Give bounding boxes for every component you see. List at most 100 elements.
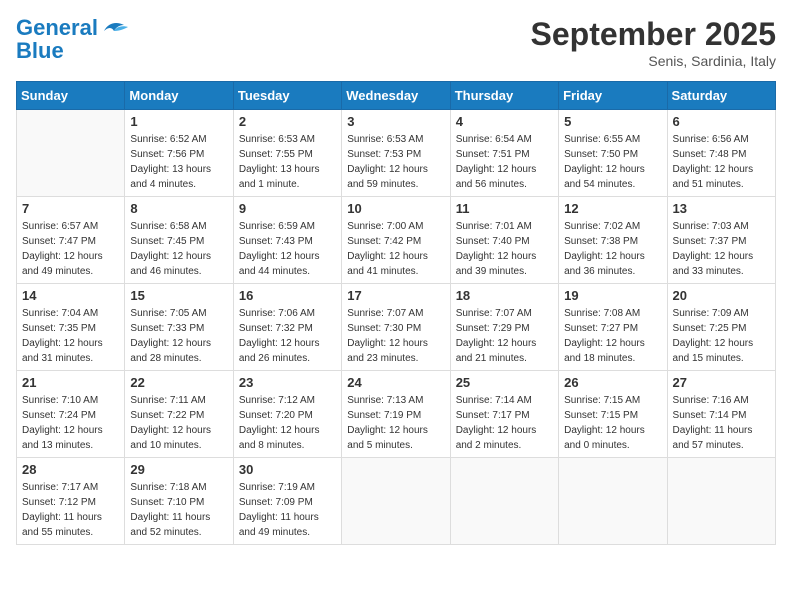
day-number: 2 <box>239 114 336 129</box>
daylight-text: Daylight: 12 hours and 56 minutes. <box>456 162 553 192</box>
daylight-text: Daylight: 12 hours and 8 minutes. <box>239 423 336 453</box>
daylight-text: Daylight: 12 hours and 51 minutes. <box>673 162 770 192</box>
calendar-cell: 7Sunrise: 6:57 AMSunset: 7:47 PMDaylight… <box>17 197 125 284</box>
daylight-text: Daylight: 11 hours and 55 minutes. <box>22 510 119 540</box>
daylight-text: Daylight: 12 hours and 5 minutes. <box>347 423 444 453</box>
sunset-text: Sunset: 7:48 PM <box>673 147 770 162</box>
day-number: 24 <box>347 375 444 390</box>
calendar-cell: 10 Sunrise: 7:00 AMSunset: 7:42 PMDayligh… <box>342 197 450 284</box>
calendar-cell: 11Sunrise: 7:01 AMSunset: 7:40 PMDayligh… <box>450 197 558 284</box>
sunset-text: Sunset: 7:30 PM <box>347 321 444 336</box>
sunset-text: Sunset: 7:50 PM <box>564 147 661 162</box>
cell-content: Sunrise: 7:08 AMSunset: 7:27 PMDaylight:… <box>564 306 661 366</box>
day-number: 23 <box>239 375 336 390</box>
sunrise-text: Sunrise: 6:52 AM <box>130 132 227 147</box>
cell-content: Sunrise: 7:18 AMSunset: 7:10 PMDaylight:… <box>130 480 227 540</box>
day-number: 17 <box>347 288 444 303</box>
logo-bird-icon <box>100 17 128 39</box>
day-number: 6 <box>673 114 770 129</box>
cell-content: Sunrise: 7:02 AMSunset: 7:38 PMDaylight:… <box>564 219 661 279</box>
day-number: 10 <box>347 201 444 216</box>
sunrise-text: Sunrise: 7:19 AM <box>239 480 336 495</box>
daylight-text: Daylight: 11 hours and 52 minutes. <box>130 510 227 540</box>
calendar-cell: 15Sunrise: 7:05 AMSunset: 7:33 PMDayligh… <box>125 284 233 371</box>
title-block: September 2025 Senis, Sardinia, Italy <box>531 16 776 69</box>
calendar-cell: 2Sunrise: 6:53 AMSunset: 7:55 PMDaylight… <box>233 110 341 197</box>
sunset-text: Sunset: 7:47 PM <box>22 234 119 249</box>
cell-content: Sunrise: 6:54 AMSunset: 7:51 PMDaylight:… <box>456 132 553 192</box>
sunrise-text: Sunrise: 7:15 AM <box>564 393 661 408</box>
sunset-text: Sunset: 7:45 PM <box>130 234 227 249</box>
cell-content: Sunrise: 7:14 AMSunset: 7:17 PMDaylight:… <box>456 393 553 453</box>
calendar-header-row: SundayMondayTuesdayWednesdayThursdayFrid… <box>17 82 776 110</box>
sunrise-text: Sunrise: 7:00 AM <box>347 219 444 234</box>
daylight-text: Daylight: 12 hours and 18 minutes. <box>564 336 661 366</box>
sunset-text: Sunset: 7:24 PM <box>22 408 119 423</box>
sunrise-text: Sunrise: 7:04 AM <box>22 306 119 321</box>
sunset-text: Sunset: 7:51 PM <box>456 147 553 162</box>
sunrise-text: Sunrise: 7:07 AM <box>347 306 444 321</box>
page-header: General Blue September 2025 Senis, Sardi… <box>16 16 776 69</box>
cell-content: Sunrise: 7:19 AMSunset: 7:09 PMDaylight:… <box>239 480 336 540</box>
sunrise-text: Sunrise: 6:53 AM <box>347 132 444 147</box>
daylight-text: Daylight: 12 hours and 26 minutes. <box>239 336 336 366</box>
daylight-text: Daylight: 12 hours and 21 minutes. <box>456 336 553 366</box>
sunset-text: Sunset: 7:43 PM <box>239 234 336 249</box>
calendar-cell: 19Sunrise: 7:08 AMSunset: 7:27 PMDayligh… <box>559 284 667 371</box>
calendar-cell: 8 Sunrise: 6:58 AMSunset: 7:45 PMDaylight… <box>125 197 233 284</box>
sunset-text: Sunset: 7:37 PM <box>673 234 770 249</box>
day-number: 8 <box>130 201 227 216</box>
daylight-text: Daylight: 12 hours and 0 minutes. <box>564 423 661 453</box>
day-number: 27 <box>673 375 770 390</box>
cell-content: Sunrise: 7:00 AMSunset: 7:42 PMDaylight:… <box>347 219 444 279</box>
sunset-text: Sunset: 7:32 PM <box>239 321 336 336</box>
daylight-text: Daylight: 12 hours and 59 minutes. <box>347 162 444 192</box>
sunrise-text: Sunrise: 6:57 AM <box>22 219 119 234</box>
calendar-week-row: 7Sunrise: 6:57 AMSunset: 7:47 PMDaylight… <box>17 197 776 284</box>
calendar-cell: 26 Sunrise: 7:15 AMSunset: 7:15 PMDayligh… <box>559 371 667 458</box>
day-number: 26 <box>564 375 661 390</box>
cell-content: Sunrise: 6:58 AMSunset: 7:45 PMDaylight:… <box>130 219 227 279</box>
sunrise-text: Sunrise: 7:17 AM <box>22 480 119 495</box>
calendar-week-row: 1Sunrise: 6:52 AMSunset: 7:56 PMDaylight… <box>17 110 776 197</box>
calendar-cell: 9Sunrise: 6:59 AMSunset: 7:43 PMDaylight… <box>233 197 341 284</box>
daylight-text: Daylight: 12 hours and 23 minutes. <box>347 336 444 366</box>
cell-content: Sunrise: 6:57 AMSunset: 7:47 PMDaylight:… <box>22 219 119 279</box>
cell-content: Sunrise: 7:07 AMSunset: 7:30 PMDaylight:… <box>347 306 444 366</box>
sunset-text: Sunset: 7:56 PM <box>130 147 227 162</box>
daylight-text: Daylight: 11 hours and 57 minutes. <box>673 423 770 453</box>
sunset-text: Sunset: 7:19 PM <box>347 408 444 423</box>
sunrise-text: Sunrise: 6:54 AM <box>456 132 553 147</box>
calendar-cell: 6 Sunrise: 6:56 AMSunset: 7:48 PMDaylight… <box>667 110 775 197</box>
weekday-header: Sunday <box>17 82 125 110</box>
daylight-text: Daylight: 12 hours and 39 minutes. <box>456 249 553 279</box>
location: Senis, Sardinia, Italy <box>531 53 776 69</box>
sunset-text: Sunset: 7:20 PM <box>239 408 336 423</box>
calendar-cell: 22Sunrise: 7:11 AMSunset: 7:22 PMDayligh… <box>125 371 233 458</box>
sunrise-text: Sunrise: 6:53 AM <box>239 132 336 147</box>
day-number: 20 <box>673 288 770 303</box>
day-number: 21 <box>22 375 119 390</box>
sunset-text: Sunset: 7:55 PM <box>239 147 336 162</box>
weekday-header: Friday <box>559 82 667 110</box>
cell-content: Sunrise: 6:53 AMSunset: 7:53 PMDaylight:… <box>347 132 444 192</box>
month-title: September 2025 <box>531 16 776 53</box>
daylight-text: Daylight: 12 hours and 28 minutes. <box>130 336 227 366</box>
weekday-header: Thursday <box>450 82 558 110</box>
sunset-text: Sunset: 7:15 PM <box>564 408 661 423</box>
calendar-cell: 16Sunrise: 7:06 AMSunset: 7:32 PMDayligh… <box>233 284 341 371</box>
logo: General Blue <box>16 16 128 62</box>
cell-content: Sunrise: 6:56 AMSunset: 7:48 PMDaylight:… <box>673 132 770 192</box>
day-number: 18 <box>456 288 553 303</box>
sunset-text: Sunset: 7:42 PM <box>347 234 444 249</box>
day-number: 22 <box>130 375 227 390</box>
daylight-text: Daylight: 11 hours and 49 minutes. <box>239 510 336 540</box>
calendar-cell: 29Sunrise: 7:18 AMSunset: 7:10 PMDayligh… <box>125 458 233 545</box>
sunrise-text: Sunrise: 7:13 AM <box>347 393 444 408</box>
cell-content: Sunrise: 7:06 AMSunset: 7:32 PMDaylight:… <box>239 306 336 366</box>
cell-content: Sunrise: 7:04 AMSunset: 7:35 PMDaylight:… <box>22 306 119 366</box>
daylight-text: Daylight: 12 hours and 44 minutes. <box>239 249 336 279</box>
daylight-text: Daylight: 12 hours and 2 minutes. <box>456 423 553 453</box>
cell-content: Sunrise: 7:16 AMSunset: 7:14 PMDaylight:… <box>673 393 770 453</box>
day-number: 4 <box>456 114 553 129</box>
